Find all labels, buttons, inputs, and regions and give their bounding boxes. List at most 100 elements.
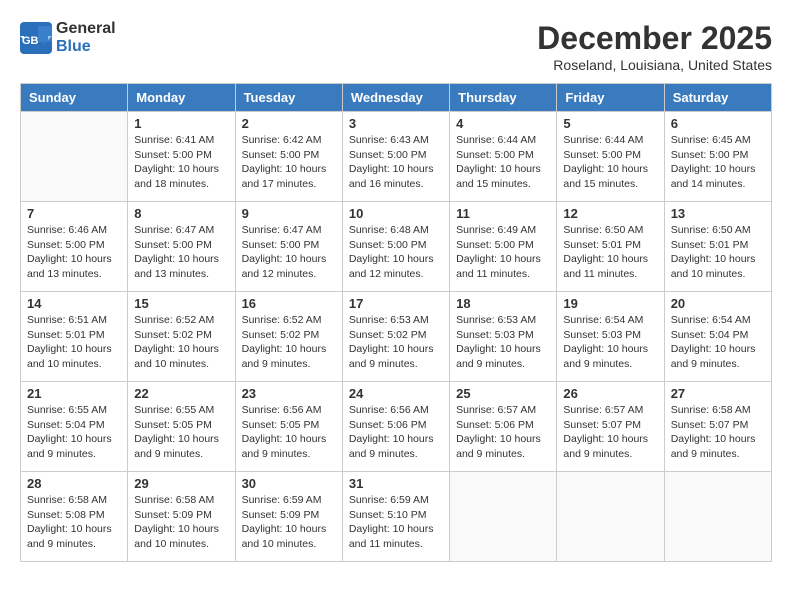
day-number: 6 — [671, 116, 765, 131]
day-cell: 4Sunrise: 6:44 AMSunset: 5:00 PMDaylight… — [450, 112, 557, 202]
header-sunday: Sunday — [21, 84, 128, 112]
day-info: Sunrise: 6:52 AMSunset: 5:02 PMDaylight:… — [242, 313, 336, 372]
logo-blue-text: Blue — [56, 38, 91, 55]
day-info: Sunrise: 6:58 AMSunset: 5:07 PMDaylight:… — [671, 403, 765, 462]
day-cell — [557, 472, 664, 562]
day-info: Sunrise: 6:44 AMSunset: 5:00 PMDaylight:… — [563, 133, 657, 192]
header-saturday: Saturday — [664, 84, 771, 112]
logo-icon: GB — [20, 22, 52, 54]
day-info: Sunrise: 6:49 AMSunset: 5:00 PMDaylight:… — [456, 223, 550, 282]
week-row-1: 1 Sunrise: 6:41 AMSunset: 5:00 PMDaylight… — [21, 112, 772, 202]
day-info: Sunrise: 6:52 AMSunset: 5:02 PMDaylight:… — [134, 313, 228, 372]
day-info: Sunrise: 6:59 AMSunset: 5:09 PMDaylight:… — [242, 493, 336, 552]
header-wednesday: Wednesday — [342, 84, 449, 112]
day-cell: 27 Sunrise: 6:58 AMSunset: 5:07 PMDayligh… — [664, 382, 771, 472]
day-info: Sunrise: 6:55 AMSunset: 5:05 PMDaylight:… — [134, 403, 228, 462]
day-cell: 24 Sunrise: 6:56 AMSunset: 5:06 PMDayligh… — [342, 382, 449, 472]
day-info: Sunrise: 6:55 AMSunset: 5:04 PMDaylight:… — [27, 403, 121, 462]
calendar-header-row: SundayMondayTuesdayWednesdayThursdayFrid… — [21, 84, 772, 112]
day-number: 26 — [563, 386, 657, 401]
day-cell: 10 Sunrise: 6:48 AMSunset: 5:00 PMDayligh… — [342, 202, 449, 292]
day-number: 2 — [242, 116, 336, 131]
day-cell: 26 Sunrise: 6:57 AMSunset: 5:07 PMDayligh… — [557, 382, 664, 472]
day-number: 1 — [134, 116, 228, 131]
day-number: 3 — [349, 116, 443, 131]
day-cell: 25 Sunrise: 6:57 AMSunset: 5:06 PMDayligh… — [450, 382, 557, 472]
day-cell: 8 Sunrise: 6:47 AMSunset: 5:00 PMDaylight… — [128, 202, 235, 292]
day-info: Sunrise: 6:46 AMSunset: 5:00 PMDaylight:… — [27, 223, 121, 282]
week-row-2: 7Sunrise: 6:46 AMSunset: 5:00 PMDaylight… — [21, 202, 772, 292]
month-year-title: December 2025 — [537, 20, 772, 57]
day-info: Sunrise: 6:54 AMSunset: 5:03 PMDaylight:… — [563, 313, 657, 372]
day-cell: 12 Sunrise: 6:50 AMSunset: 5:01 PMDayligh… — [557, 202, 664, 292]
day-number: 25 — [456, 386, 550, 401]
day-cell: 15 Sunrise: 6:52 AMSunset: 5:02 PMDayligh… — [128, 292, 235, 382]
day-info: Sunrise: 6:50 AMSunset: 5:01 PMDaylight:… — [671, 223, 765, 282]
day-info: Sunrise: 6:57 AMSunset: 5:06 PMDaylight:… — [456, 403, 550, 462]
header-tuesday: Tuesday — [235, 84, 342, 112]
day-cell: 29Sunrise: 6:58 AMSunset: 5:09 PMDayligh… — [128, 472, 235, 562]
day-number: 16 — [242, 296, 336, 311]
day-cell: 23 Sunrise: 6:56 AMSunset: 5:05 PMDayligh… — [235, 382, 342, 472]
day-number: 9 — [242, 206, 336, 221]
day-info: Sunrise: 6:56 AMSunset: 5:06 PMDaylight:… — [349, 403, 443, 462]
logo: GB General Blue — [20, 20, 116, 56]
day-info: Sunrise: 6:51 AMSunset: 5:01 PMDaylight:… — [27, 313, 121, 372]
header-thursday: Thursday — [450, 84, 557, 112]
day-info: Sunrise: 6:53 AMSunset: 5:02 PMDaylight:… — [349, 313, 443, 372]
day-info: Sunrise: 6:56 AMSunset: 5:05 PMDaylight:… — [242, 403, 336, 462]
day-number: 22 — [134, 386, 228, 401]
day-number: 18 — [456, 296, 550, 311]
day-cell: 2 Sunrise: 6:42 AMSunset: 5:00 PMDaylight… — [235, 112, 342, 202]
day-number: 13 — [671, 206, 765, 221]
day-number: 11 — [456, 206, 550, 221]
day-info: Sunrise: 6:53 AMSunset: 5:03 PMDaylight:… — [456, 313, 550, 372]
day-info: Sunrise: 6:44 AMSunset: 5:00 PMDaylight:… — [456, 133, 550, 192]
day-cell: 16 Sunrise: 6:52 AMSunset: 5:02 PMDayligh… — [235, 292, 342, 382]
day-number: 17 — [349, 296, 443, 311]
day-cell: 13 Sunrise: 6:50 AMSunset: 5:01 PMDayligh… — [664, 202, 771, 292]
day-cell: 14 Sunrise: 6:51 AMSunset: 5:01 PMDayligh… — [21, 292, 128, 382]
day-cell: 18 Sunrise: 6:53 AMSunset: 5:03 PMDayligh… — [450, 292, 557, 382]
calendar-table: SundayMondayTuesdayWednesdayThursdayFrid… — [20, 83, 772, 562]
day-info: Sunrise: 6:47 AMSunset: 5:00 PMDaylight:… — [134, 223, 228, 282]
day-info: Sunrise: 6:42 AMSunset: 5:00 PMDaylight:… — [242, 133, 336, 192]
day-number: 28 — [27, 476, 121, 491]
day-info: Sunrise: 6:54 AMSunset: 5:04 PMDaylight:… — [671, 313, 765, 372]
day-info: Sunrise: 6:48 AMSunset: 5:00 PMDaylight:… — [349, 223, 443, 282]
day-cell: 1 Sunrise: 6:41 AMSunset: 5:00 PMDaylight… — [128, 112, 235, 202]
day-number: 12 — [563, 206, 657, 221]
day-cell: 31Sunrise: 6:59 AMSunset: 5:10 PMDayligh… — [342, 472, 449, 562]
page-header: GB General Blue December 2025 Roseland, … — [20, 20, 772, 73]
day-number: 14 — [27, 296, 121, 311]
day-info: Sunrise: 6:50 AMSunset: 5:01 PMDaylight:… — [563, 223, 657, 282]
day-number: 30 — [242, 476, 336, 491]
day-number: 8 — [134, 206, 228, 221]
day-info: Sunrise: 6:59 AMSunset: 5:10 PMDaylight:… — [349, 493, 443, 552]
logo-general-text: General — [56, 20, 116, 37]
day-info: Sunrise: 6:45 AMSunset: 5:00 PMDaylight:… — [671, 133, 765, 192]
day-info: Sunrise: 6:41 AMSunset: 5:00 PMDaylight:… — [134, 133, 228, 192]
day-number: 5 — [563, 116, 657, 131]
day-cell: 21Sunrise: 6:55 AMSunset: 5:04 PMDayligh… — [21, 382, 128, 472]
day-number: 10 — [349, 206, 443, 221]
day-info: Sunrise: 6:57 AMSunset: 5:07 PMDaylight:… — [563, 403, 657, 462]
day-number: 27 — [671, 386, 765, 401]
day-info: Sunrise: 6:47 AMSunset: 5:00 PMDaylight:… — [242, 223, 336, 282]
day-cell: 28Sunrise: 6:58 AMSunset: 5:08 PMDayligh… — [21, 472, 128, 562]
day-number: 15 — [134, 296, 228, 311]
day-cell: 11 Sunrise: 6:49 AMSunset: 5:00 PMDayligh… — [450, 202, 557, 292]
day-info: Sunrise: 6:43 AMSunset: 5:00 PMDaylight:… — [349, 133, 443, 192]
day-info: Sunrise: 6:58 AMSunset: 5:09 PMDaylight:… — [134, 493, 228, 552]
week-row-5: 28Sunrise: 6:58 AMSunset: 5:08 PMDayligh… — [21, 472, 772, 562]
day-cell: 30 Sunrise: 6:59 AMSunset: 5:09 PMDayligh… — [235, 472, 342, 562]
day-cell: 9 Sunrise: 6:47 AMSunset: 5:00 PMDaylight… — [235, 202, 342, 292]
day-cell: 20 Sunrise: 6:54 AMSunset: 5:04 PMDayligh… — [664, 292, 771, 382]
day-number: 20 — [671, 296, 765, 311]
day-cell: 6 Sunrise: 6:45 AMSunset: 5:00 PMDaylight… — [664, 112, 771, 202]
day-number: 23 — [242, 386, 336, 401]
day-number: 24 — [349, 386, 443, 401]
day-cell: 17 Sunrise: 6:53 AMSunset: 5:02 PMDayligh… — [342, 292, 449, 382]
day-cell — [21, 112, 128, 202]
week-row-4: 21Sunrise: 6:55 AMSunset: 5:04 PMDayligh… — [21, 382, 772, 472]
